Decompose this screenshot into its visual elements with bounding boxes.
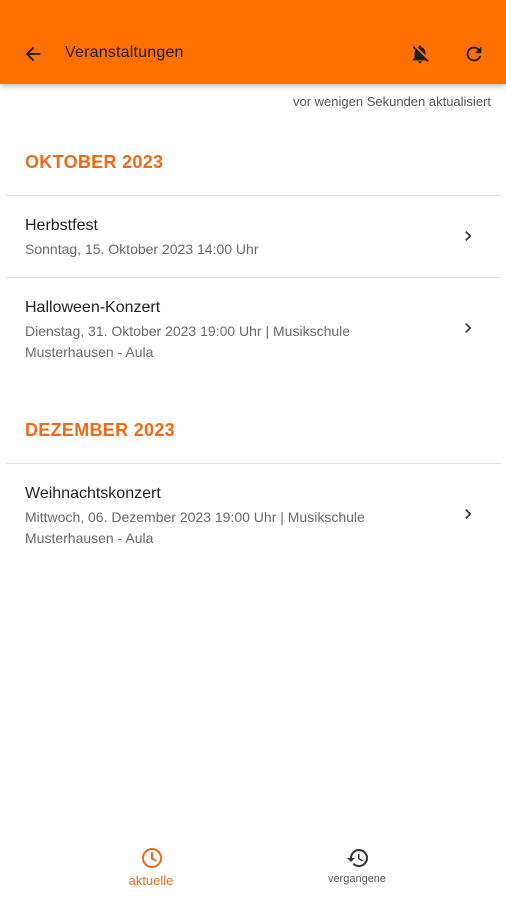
last-updated-text: vor wenigen Sekunden aktualisiert <box>292 94 491 109</box>
section-title-october: OKTOBER 2023 <box>25 152 164 172</box>
event-item-herbstfest[interactable]: Herbstfest Sonntag, 15. Oktober 2023 14:… <box>0 196 506 277</box>
event-item-halloween-konzert[interactable]: Halloween-Konzert Dienstag, 31. Oktober … <box>0 278 506 370</box>
event-title: Herbstfest <box>25 217 98 234</box>
refresh-icon <box>466 46 482 62</box>
clock-icon <box>142 848 162 868</box>
event-subtitle: Mittwoch, 06. Dezember 2023 19:00 Uhr | … <box>25 509 365 546</box>
page-title: Veranstaltungen <box>65 44 184 61</box>
chevron-right-icon <box>465 231 472 241</box>
nav-label-current: aktuelle <box>128 873 174 888</box>
bell-off-icon <box>412 45 429 64</box>
event-subtitle: Dienstag, 31. Oktober 2023 19:00 Uhr | M… <box>25 323 351 360</box>
chevron-right-icon <box>465 323 472 333</box>
arrow-left-icon <box>25 46 41 62</box>
refresh-button[interactable] <box>454 34 494 74</box>
app-bar: Veranstaltungen <box>0 0 506 84</box>
chevron-right-icon <box>465 509 472 519</box>
back-button[interactable] <box>13 34 53 74</box>
nav-label-past: vergangene <box>327 873 387 885</box>
event-subtitle: Sonntag, 15. Oktober 2023 14:00 Uhr <box>25 241 259 257</box>
section-title-december: DEZEMBER 2023 <box>25 420 175 440</box>
nav-tab-current[interactable]: aktuelle <box>81 830 221 900</box>
bottom-navigation: aktuelle vergangene <box>0 830 506 900</box>
event-title: Halloween-Konzert <box>25 299 161 316</box>
event-item-weihnachtskonzert[interactable]: Weihnachtskonzert Mittwoch, 06. Dezember… <box>0 464 506 556</box>
event-title: Weihnachtskonzert <box>25 485 161 502</box>
history-icon <box>347 849 368 867</box>
notifications-toggle-button[interactable] <box>400 34 440 74</box>
nav-tab-past[interactable]: vergangene <box>287 830 427 900</box>
